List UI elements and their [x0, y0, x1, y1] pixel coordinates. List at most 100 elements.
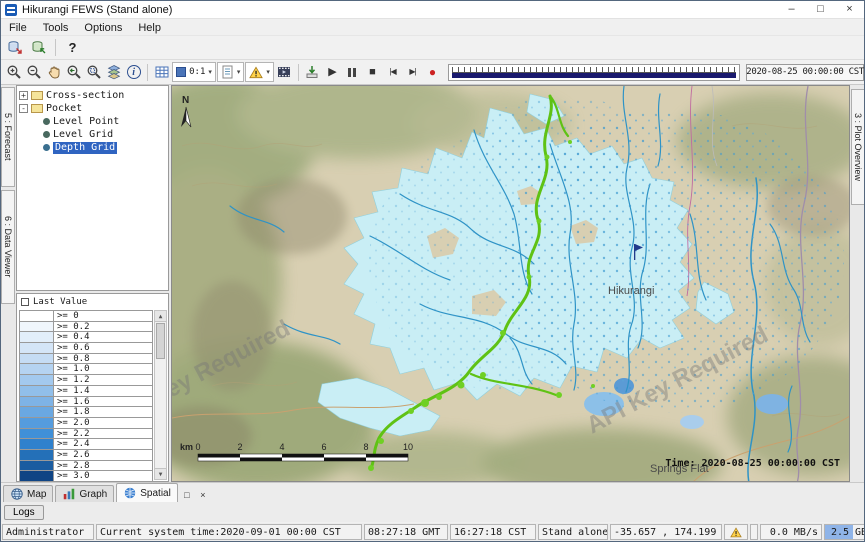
toolbar-separator [298, 64, 299, 81]
toolbar-separator [147, 64, 148, 81]
zoom-in-button[interactable] [4, 62, 23, 83]
status-warning-cell[interactable] [724, 524, 748, 540]
tab-plot-overview[interactable]: 3 : Plot Overview [851, 89, 865, 205]
legend-swatch [20, 386, 54, 396]
zoom-region-button[interactable] [84, 62, 103, 83]
zoom-previous-button[interactable] [64, 62, 83, 83]
legend-rows: >= 0 >= 0.2 >= 0.4 >= 0.6 >= 0.8 >= 1.0 … [19, 310, 153, 480]
legend-swatch [20, 322, 54, 332]
status-local-time: 16:27:18 CST [450, 524, 536, 540]
menu-tools[interactable]: Tools [35, 22, 77, 34]
float-panel-button[interactable]: □ [180, 487, 194, 502]
pan-button[interactable] [44, 62, 63, 83]
legend-header: Last Value [17, 294, 168, 309]
last-value-checkbox[interactable] [21, 298, 29, 306]
legend-label: >= 3.0 [54, 471, 90, 481]
close-panel-button[interactable]: × [196, 487, 210, 502]
pause-icon [348, 68, 356, 77]
scalebar-tick: 6 [321, 442, 326, 452]
tree-item-cross-section[interactable]: + Cross-section [19, 89, 166, 102]
scroll-up-icon[interactable]: ▲ [155, 311, 166, 322]
menu-options[interactable]: Options [76, 22, 130, 34]
tree-item-level-grid[interactable]: Level Grid [19, 128, 166, 141]
menu-file[interactable]: File [1, 22, 35, 34]
layers-icon [106, 64, 122, 80]
warning-icon [730, 527, 742, 538]
tree-item-label: Cross-section [46, 90, 124, 102]
legend-scrollbar[interactable]: ▲ ▼ [154, 310, 167, 480]
grid-icon [154, 64, 170, 80]
legend-label: >= 1.2 [54, 375, 90, 385]
scalebar-tick: 2 [237, 442, 242, 452]
legend-swatch [20, 332, 54, 342]
chevron-down-icon: ▾ [237, 68, 241, 76]
legend-swatch [20, 429, 54, 439]
legend-label: >= 2.0 [54, 418, 90, 428]
threshold-combo[interactable]: ▾ [245, 62, 274, 82]
datetime-display: 2020-08-25 00:00:00 CST [746, 64, 864, 81]
record-button[interactable]: ● [423, 62, 442, 83]
timeline-range-band[interactable] [452, 73, 736, 78]
globe-icon [10, 487, 24, 501]
info-button[interactable]: i [124, 62, 143, 83]
status-coordinates: -35.657 , 174.199 [610, 524, 722, 540]
toolbar-separator [55, 39, 56, 56]
database-import-button[interactable] [4, 37, 25, 58]
legend-label: >= 0.8 [54, 354, 90, 364]
step-end-button[interactable]: ▶| [403, 62, 422, 83]
legend-title: Last Value [33, 297, 87, 307]
export-timeseries-button[interactable] [303, 62, 322, 83]
legend-row: >= 0.8 [19, 354, 153, 365]
menu-help[interactable]: Help [130, 22, 169, 34]
scroll-down-icon[interactable]: ▼ [155, 468, 166, 479]
minimize-button[interactable]: – [777, 1, 806, 18]
scrollbar-thumb[interactable] [156, 323, 165, 359]
play-button[interactable]: ▶ [323, 62, 342, 83]
map-canvas[interactable]: API Key Required API Key Required Hikura… [172, 86, 850, 482]
legend-row: >= 2.4 [19, 439, 153, 450]
tab-data-viewer[interactable]: 6 : Data Viewer [1, 190, 15, 304]
close-button[interactable]: × [835, 1, 864, 18]
tree-item-depth-grid[interactable]: Depth Grid [19, 141, 166, 154]
classification-combo[interactable]: ▾ [217, 62, 245, 82]
map-toolbar: i 0:1 ▾ ▾ ▾ ▶ ■ |◀ ▶| ● [1, 60, 864, 85]
animation-button[interactable] [275, 62, 294, 83]
legend-label: >= 2.8 [54, 461, 90, 471]
legend-row: >= 0.4 [19, 332, 153, 343]
tree-item-label: Level Grid [53, 129, 113, 141]
tab-graph[interactable]: Graph [55, 485, 114, 502]
tab-map[interactable]: Map [3, 485, 53, 502]
stop-button[interactable]: ■ [363, 62, 382, 83]
step-begin-icon: |◀ [389, 68, 395, 76]
logs-button[interactable]: Logs [4, 505, 44, 520]
chevron-down-icon: ▾ [266, 68, 270, 76]
expand-icon[interactable]: + [19, 91, 28, 100]
database-import-icon [7, 40, 23, 56]
legend-row: >= 2.6 [19, 450, 153, 461]
maximize-button[interactable]: □ [806, 1, 835, 18]
tab-forecast[interactable]: 5 : Forecast [1, 87, 15, 187]
step-begin-button[interactable]: |◀ [383, 62, 402, 83]
left-tab-strip: 5 : Forecast 6 : Data Viewer [1, 85, 16, 482]
town-label-hikurangi: Hikurangi [608, 285, 654, 297]
tab-spatial[interactable]: Spatial [116, 483, 178, 502]
tree-item-pocket[interactable]: - Pocket [19, 102, 166, 115]
layers-button[interactable] [104, 62, 123, 83]
grid-scale-combo[interactable]: 0:1 ▾ [172, 62, 216, 82]
tree-item-label: Pocket [46, 103, 82, 115]
scalebar-tick: 4 [279, 442, 284, 452]
tree-item-level-point[interactable]: Level Point [19, 115, 166, 128]
main-toolbar: ? [1, 36, 864, 60]
legend-swatch [20, 471, 54, 481]
grid-display-button[interactable] [152, 62, 171, 83]
legend-row: >= 3.0 [19, 471, 153, 482]
collapse-icon[interactable]: - [19, 104, 28, 113]
timeline-slider[interactable] [448, 64, 740, 81]
memory-value: 2.5 GB [831, 527, 865, 538]
database-export-button[interactable] [28, 37, 49, 58]
pan-hand-icon [46, 64, 62, 80]
legend-swatch [20, 343, 54, 353]
zoom-out-button[interactable] [24, 62, 43, 83]
pause-button[interactable] [343, 62, 362, 83]
help-button[interactable]: ? [62, 37, 83, 58]
